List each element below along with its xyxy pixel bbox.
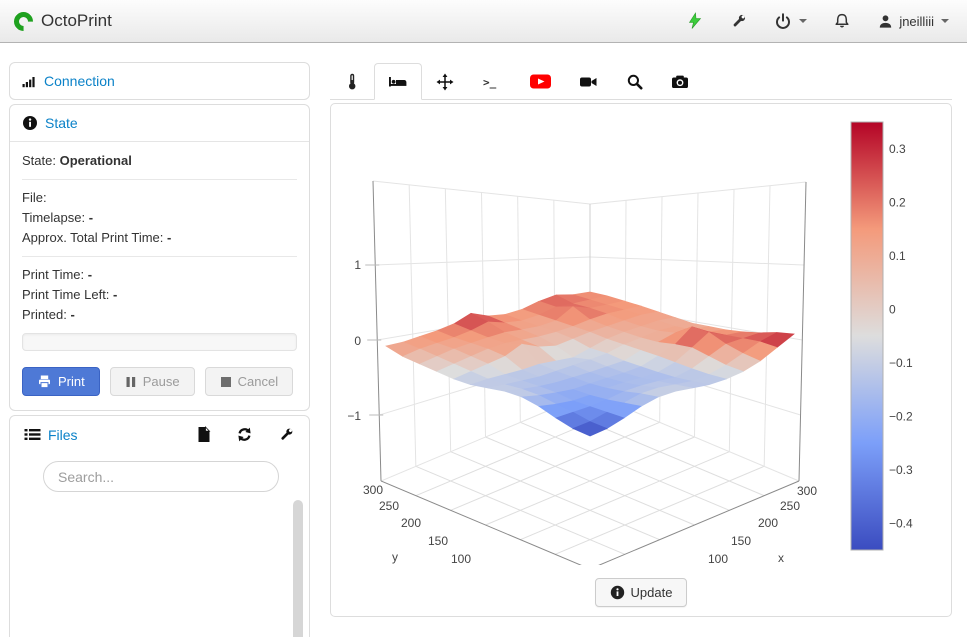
svg-text:150: 150 bbox=[428, 534, 448, 548]
file-row: File: bbox=[22, 188, 297, 208]
state-panel: State State: Operational File: Timelapse… bbox=[9, 104, 310, 411]
power-icon bbox=[774, 12, 792, 30]
camera-icon bbox=[671, 73, 689, 90]
system-power-menu[interactable] bbox=[774, 12, 807, 30]
state-panel-header[interactable]: State bbox=[10, 105, 309, 142]
tab-control[interactable] bbox=[422, 63, 468, 100]
bed-visualizer-content: 30025020015010030025020015010010−1yx0.30… bbox=[330, 103, 952, 617]
tab-webcam[interactable] bbox=[565, 63, 612, 100]
search-icon bbox=[626, 73, 643, 90]
svg-text:300: 300 bbox=[363, 483, 383, 497]
pause-icon bbox=[125, 376, 137, 388]
navbar: OctoPrint jneilliii bbox=[0, 0, 967, 43]
svg-text:0.2: 0.2 bbox=[889, 195, 906, 209]
svg-text:−0.3: −0.3 bbox=[889, 463, 913, 477]
svg-text:100: 100 bbox=[451, 552, 471, 565]
brand: OctoPrint bbox=[14, 11, 112, 31]
svg-text:0: 0 bbox=[889, 302, 896, 316]
svg-text:150: 150 bbox=[731, 534, 751, 548]
tab-bar: >_ bbox=[330, 62, 952, 100]
divider bbox=[22, 256, 297, 257]
update-button[interactable]: Update bbox=[595, 578, 688, 607]
connection-status-bolt-icon[interactable] bbox=[686, 12, 704, 30]
connection-panel: Connection bbox=[9, 62, 310, 100]
new-file-icon[interactable] bbox=[195, 426, 211, 443]
user-icon bbox=[877, 13, 894, 30]
state-panel-title: State bbox=[45, 115, 78, 131]
svg-text:>_: >_ bbox=[483, 76, 497, 89]
divider bbox=[22, 179, 297, 180]
svg-text:y: y bbox=[392, 550, 398, 564]
tab-timelapse[interactable] bbox=[657, 63, 703, 100]
arrows-move-icon bbox=[436, 73, 454, 91]
print-button[interactable]: Print bbox=[22, 367, 100, 396]
printer-icon bbox=[37, 374, 52, 389]
svg-text:−0.1: −0.1 bbox=[889, 356, 913, 370]
files-scrollbar[interactable] bbox=[293, 500, 303, 637]
svg-text:200: 200 bbox=[401, 516, 421, 530]
info-circle-icon bbox=[22, 115, 38, 131]
bed-icon bbox=[388, 73, 408, 91]
tab-temperature[interactable] bbox=[330, 63, 374, 100]
svg-text:−1: −1 bbox=[347, 409, 361, 423]
notifications-bell-icon[interactable] bbox=[833, 12, 851, 30]
user-name: jneilliii bbox=[899, 14, 934, 29]
svg-text:−0.2: −0.2 bbox=[889, 409, 913, 423]
cancel-button[interactable]: Cancel bbox=[205, 367, 293, 396]
svg-text:1: 1 bbox=[354, 258, 361, 272]
wrench-icon[interactable] bbox=[278, 426, 295, 443]
thermometer-icon bbox=[344, 73, 360, 91]
timelapse-row: Timelapse: - bbox=[22, 208, 297, 228]
svg-text:−0.4: −0.4 bbox=[889, 516, 913, 530]
connection-panel-header[interactable]: Connection bbox=[10, 63, 309, 99]
video-camera-icon bbox=[579, 73, 598, 91]
stop-icon bbox=[220, 376, 232, 388]
refresh-icon[interactable] bbox=[236, 426, 253, 443]
files-panel-title[interactable]: Files bbox=[48, 427, 78, 443]
chevron-down-icon bbox=[799, 19, 807, 23]
chevron-down-icon bbox=[941, 19, 949, 23]
svg-text:0: 0 bbox=[354, 334, 361, 348]
files-panel: Files bbox=[9, 415, 310, 637]
svg-text:300: 300 bbox=[797, 484, 817, 498]
connection-panel-title: Connection bbox=[44, 73, 115, 89]
main-area: >_ bbox=[330, 62, 952, 617]
sidebar: Connection State State: Operational File… bbox=[9, 62, 310, 637]
octoprint-logo-icon bbox=[10, 8, 37, 35]
print-time-row: Print Time: - bbox=[22, 265, 297, 285]
tab-search[interactable] bbox=[612, 63, 657, 100]
tab-bed-level-visualizer[interactable] bbox=[374, 63, 422, 100]
info-circle-icon bbox=[610, 585, 625, 600]
printed-row: Printed: - bbox=[22, 305, 297, 325]
svg-text:250: 250 bbox=[379, 499, 399, 513]
svg-text:0.3: 0.3 bbox=[889, 142, 906, 156]
tab-youtube[interactable] bbox=[516, 63, 565, 100]
user-menu[interactable]: jneilliii bbox=[877, 13, 949, 30]
list-icon bbox=[24, 427, 41, 442]
print-progress-bar bbox=[22, 333, 297, 351]
files-search-input[interactable] bbox=[43, 461, 279, 492]
bed-mesh-3d-plot[interactable]: 30025020015010030025020015010010−1yx0.30… bbox=[331, 104, 951, 565]
svg-text:200: 200 bbox=[758, 516, 778, 530]
brand-title: OctoPrint bbox=[41, 11, 112, 31]
svg-text:x: x bbox=[778, 551, 784, 565]
approx-total-print-time-row: Approx. Total Print Time: - bbox=[22, 228, 297, 248]
youtube-icon bbox=[530, 73, 551, 90]
svg-text:100: 100 bbox=[708, 552, 728, 565]
printer-state-row: State: Operational bbox=[22, 151, 297, 171]
tab-terminal[interactable]: >_ bbox=[468, 63, 516, 100]
svg-text:250: 250 bbox=[780, 499, 800, 513]
svg-text:0.1: 0.1 bbox=[889, 249, 906, 263]
terminal-icon: >_ bbox=[482, 74, 502, 90]
settings-wrench-icon[interactable] bbox=[730, 12, 748, 30]
printer-state-value: Operational bbox=[60, 153, 132, 168]
pause-button[interactable]: Pause bbox=[110, 367, 195, 396]
signal-icon bbox=[22, 74, 37, 88]
print-time-left-row: Print Time Left: - bbox=[22, 285, 297, 305]
